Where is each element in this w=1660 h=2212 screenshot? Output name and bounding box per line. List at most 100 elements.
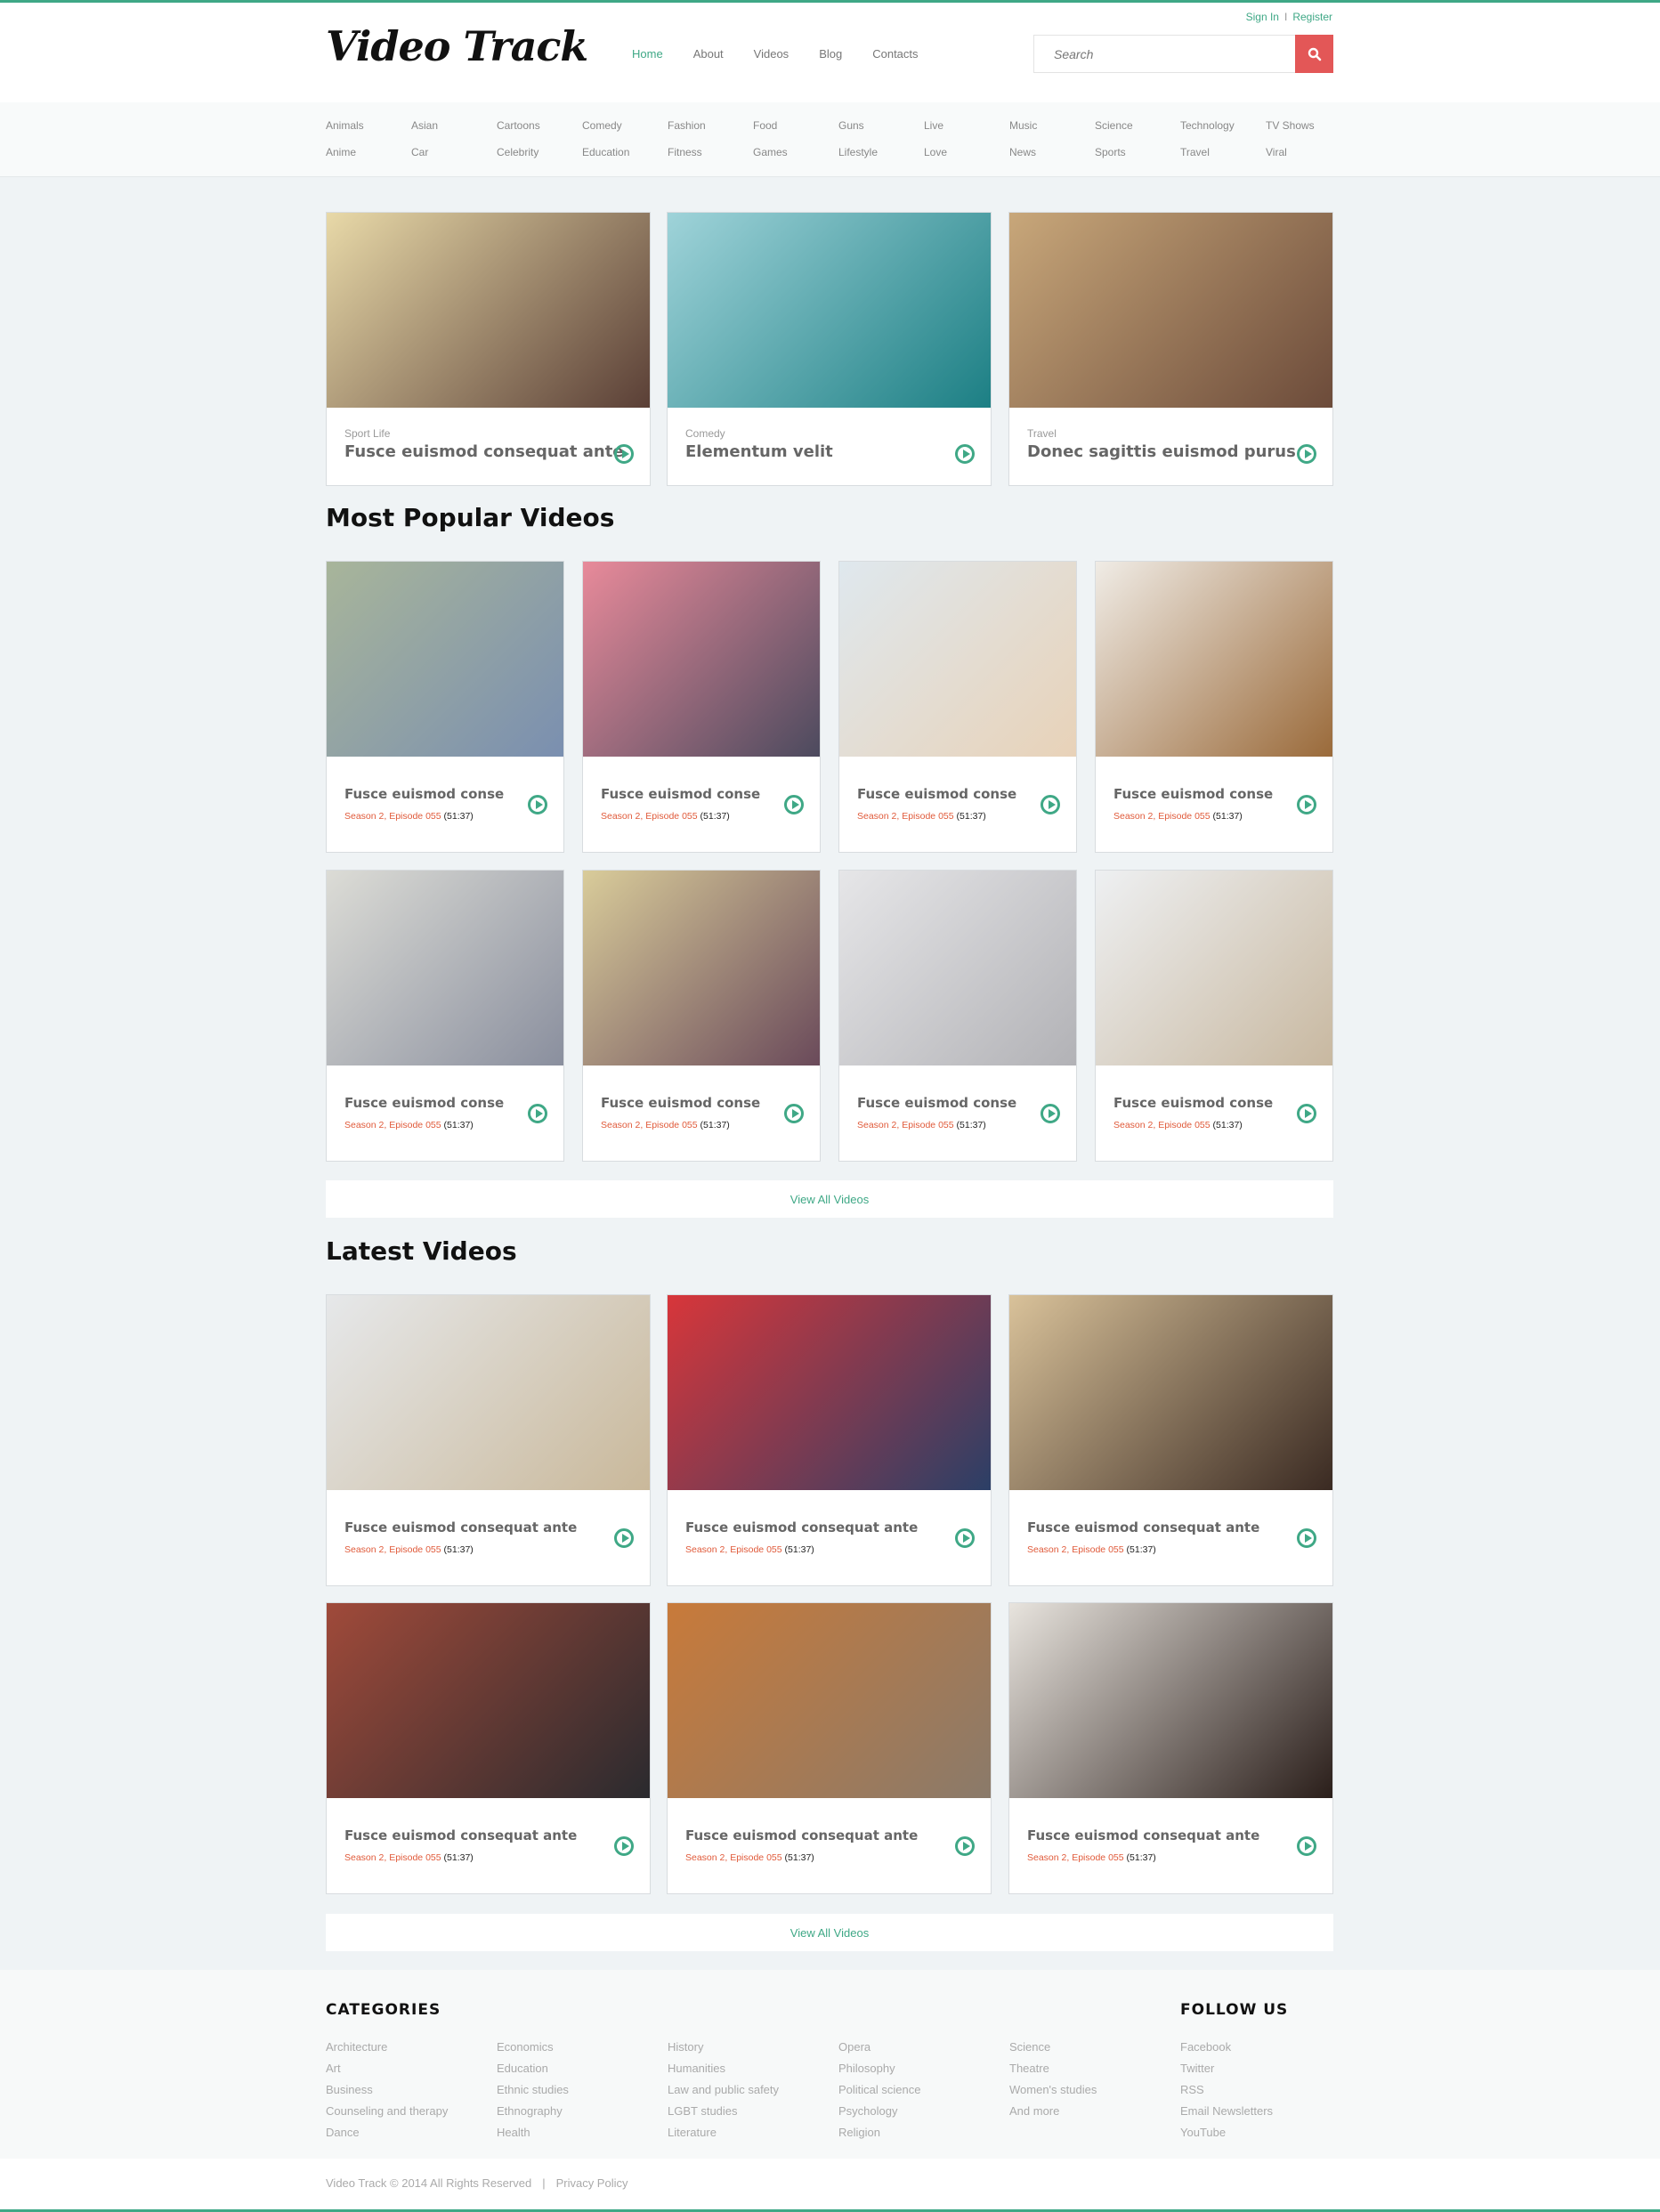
play-icon[interactable] — [1297, 1104, 1316, 1123]
bull-rider-photo[interactable] — [1009, 1295, 1332, 1490]
video-title[interactable]: Fusce euismod conse — [857, 786, 1016, 802]
video-card[interactable]: Fusce euismod conse Season 2, Episode 055… — [326, 870, 564, 1162]
video-card[interactable]: Fusce euismod conse Season 2, Episode 055… — [1095, 870, 1333, 1162]
video-card[interactable]: Fusce euismod consequat ante Season 2, Ep… — [326, 1602, 651, 1894]
follow-email-newsletters[interactable]: Email Newsletters — [1180, 2101, 1273, 2122]
category-link[interactable]: Fitness — [668, 145, 753, 159]
video-title[interactable]: Elementum velit — [685, 442, 833, 461]
footer-category-link[interactable]: Humanities — [668, 2058, 779, 2079]
category-link[interactable]: Science — [1095, 118, 1180, 133]
view-all-latest-button[interactable]: View All Videos — [326, 1914, 1333, 1951]
video-card[interactable]: Fusce euismod conse Season 2, Episode 055… — [1095, 561, 1333, 853]
category-link[interactable]: Animals — [326, 118, 411, 133]
footer-category-link[interactable]: Health — [497, 2122, 569, 2143]
vintage-car-road-photo[interactable] — [583, 871, 820, 1065]
footer-category-link[interactable]: Philosophy — [838, 2058, 921, 2079]
category-link[interactable]: Sports — [1095, 145, 1180, 159]
category-link[interactable]: Celebrity — [497, 145, 582, 159]
smiling-couple-photo[interactable] — [327, 562, 563, 757]
category-link[interactable]: Viral — [1266, 145, 1351, 159]
category-link[interactable]: Games — [753, 145, 838, 159]
firefighters-photo[interactable] — [668, 1295, 991, 1490]
play-icon[interactable] — [955, 444, 975, 464]
tourists-with-map-photo[interactable] — [327, 871, 563, 1065]
video-title[interactable]: Fusce euismod conse — [601, 786, 760, 802]
play-icon[interactable] — [1297, 444, 1316, 464]
footer-category-link[interactable]: Art — [326, 2058, 448, 2079]
category-link[interactable]: Guns — [838, 118, 924, 133]
category-link[interactable]: Lifestyle — [838, 145, 924, 159]
category-link[interactable]: Cartoons — [497, 118, 582, 133]
category-link[interactable]: Fashion — [668, 118, 753, 133]
play-icon[interactable] — [1297, 1528, 1316, 1548]
category-link[interactable]: Love — [924, 145, 1009, 159]
follow-facebook[interactable]: Facebook — [1180, 2037, 1273, 2058]
search-input[interactable] — [1034, 36, 1292, 72]
play-icon[interactable] — [614, 444, 634, 464]
nav-blog[interactable]: Blog — [819, 47, 842, 61]
video-title[interactable]: Fusce euismod consequat ante — [344, 1827, 577, 1843]
play-icon[interactable] — [955, 1528, 975, 1548]
video-card[interactable]: Fusce euismod conse Season 2, Episode 055… — [582, 561, 821, 853]
sign-in-link[interactable]: Sign In — [1246, 11, 1279, 23]
video-card[interactable]: Fusce euismod conse Season 2, Episode 055… — [838, 870, 1077, 1162]
girl-with-balloons-photo[interactable] — [583, 562, 820, 757]
category-link[interactable]: Technology — [1180, 118, 1266, 133]
category-link[interactable]: Car — [411, 145, 497, 159]
search-button[interactable] — [1295, 35, 1333, 73]
featured-video-card[interactable]: Sport Life Fusce euismod consequat ante — [326, 212, 651, 486]
footer-category-link[interactable]: History — [668, 2037, 779, 2058]
nav-contacts[interactable]: Contacts — [872, 47, 918, 61]
nav-about[interactable]: About — [693, 47, 724, 61]
play-icon[interactable] — [784, 1104, 804, 1123]
featured-video-card[interactable]: Travel Donec sagittis euismod purus — [1008, 212, 1333, 486]
footer-category-link[interactable]: Dance — [326, 2122, 448, 2143]
footer-category-link[interactable]: Theatre — [1009, 2058, 1097, 2079]
play-icon[interactable] — [1297, 1836, 1316, 1856]
video-title[interactable]: Fusce euismod consequat ante — [344, 442, 624, 461]
video-title[interactable]: Fusce euismod consequat ante — [685, 1519, 918, 1535]
footer-category-link[interactable]: Law and public safety — [668, 2079, 779, 2101]
video-title[interactable]: Fusce euismod consequat ante — [344, 1519, 577, 1535]
video-card[interactable]: Fusce euismod conse Season 2, Episode 055… — [326, 561, 564, 853]
nav-videos[interactable]: Videos — [754, 47, 790, 61]
category-link[interactable]: Music — [1009, 118, 1095, 133]
video-title[interactable]: Fusce euismod consequat ante — [685, 1827, 918, 1843]
category-link[interactable]: Education — [582, 145, 668, 159]
video-card[interactable]: Fusce euismod consequat ante Season 2, Ep… — [667, 1294, 992, 1586]
footer-category-link[interactable]: LGBT studies — [668, 2101, 779, 2122]
featured-video-card[interactable]: Comedy Elementum velit — [667, 212, 992, 486]
category-link[interactable]: Comedy — [582, 118, 668, 133]
ocean-wave-photo[interactable] — [668, 213, 991, 408]
play-icon[interactable] — [614, 1528, 634, 1548]
play-icon[interactable] — [1041, 795, 1060, 814]
play-icon[interactable] — [784, 795, 804, 814]
footer-category-link[interactable]: Literature — [668, 2122, 779, 2143]
video-card[interactable]: Fusce euismod consequat ante Season 2, Ep… — [1008, 1602, 1333, 1894]
video-card[interactable]: Fusce euismod consequat ante Season 2, Ep… — [326, 1294, 651, 1586]
category-link[interactable]: Live — [924, 118, 1009, 133]
beach-balloons-photo[interactable] — [839, 562, 1076, 757]
footer-category-link[interactable]: Business — [326, 2079, 448, 2101]
video-title[interactable]: Donec sagittis euismod purus — [1027, 442, 1296, 461]
footer-category-link[interactable]: Political science — [838, 2079, 921, 2101]
video-card[interactable]: Fusce euismod conse Season 2, Episode 055… — [582, 870, 821, 1162]
video-title[interactable]: Fusce euismod conse — [857, 1095, 1016, 1111]
category-link[interactable]: Anime — [326, 145, 411, 159]
follow-rss[interactable]: RSS — [1180, 2079, 1273, 2101]
play-icon[interactable] — [1041, 1104, 1060, 1123]
running-shoe-photo[interactable] — [327, 213, 650, 408]
nav-home[interactable]: Home — [632, 47, 663, 61]
champagne-desserts-photo[interactable] — [1096, 871, 1332, 1065]
blonde-woman-photo[interactable] — [327, 1295, 650, 1490]
video-title[interactable]: Fusce euismod consequat ante — [1027, 1827, 1259, 1843]
video-title[interactable]: Fusce euismod conse — [344, 1095, 504, 1111]
follow-twitter[interactable]: Twitter — [1180, 2058, 1273, 2079]
footer-category-link[interactable]: Architecture — [326, 2037, 448, 2058]
video-title[interactable]: Fusce euismod consequat ante — [1027, 1519, 1259, 1535]
register-link[interactable]: Register — [1292, 11, 1332, 23]
video-card[interactable]: Fusce euismod consequat ante Season 2, Ep… — [667, 1602, 992, 1894]
footer-category-link[interactable]: Science — [1009, 2037, 1097, 2058]
play-icon[interactable] — [955, 1836, 975, 1856]
bride-photo[interactable] — [839, 871, 1076, 1065]
